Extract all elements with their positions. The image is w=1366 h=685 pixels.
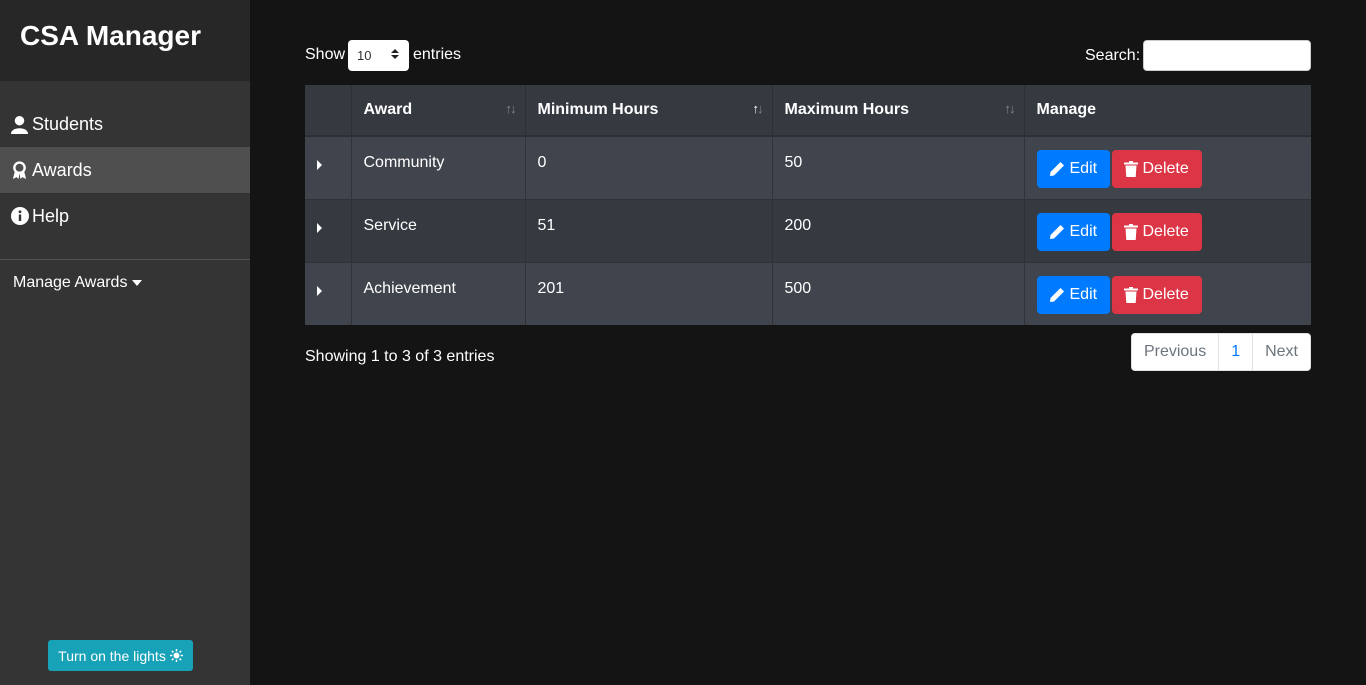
sidebar-item-label: Awards (32, 159, 92, 180)
awards-table: Award ↑↓ Minimum Hours ↑↓ Maximum Hours ↑↓ … (305, 85, 1311, 325)
previous-page-button[interactable]: Previous (1132, 334, 1220, 370)
trash-icon (1123, 161, 1138, 177)
sidebar: CSA Manager Students Awards Help Manage … (0, 0, 250, 685)
select-arrows-icon (391, 49, 399, 59)
table-controls: Show 10 entries Search: (305, 40, 1311, 71)
next-page-button[interactable]: Next (1253, 334, 1310, 370)
min-hours-cell: 0 (525, 136, 773, 199)
table-row: Community 0 50 Edit Delete (305, 136, 1311, 199)
sidebar-item-help[interactable]: Help (0, 193, 250, 239)
header-minimum-hours[interactable]: Minimum Hours ↑↓ (525, 85, 773, 137)
table-header-row: Award ↑↓ Minimum Hours ↑↓ Maximum Hours ↑↓ … (305, 85, 1311, 137)
page-length-select[interactable]: 10 (348, 40, 409, 71)
sidebar-item-students[interactable]: Students (0, 101, 250, 147)
delete-button[interactable]: Delete (1111, 275, 1202, 314)
caret-right-icon (317, 285, 322, 296)
pencil-icon (1049, 224, 1064, 239)
max-hours-cell: 50 (772, 136, 1025, 199)
delete-button[interactable]: Delete (1111, 212, 1202, 251)
sidebar-item-label: Students (32, 113, 104, 134)
header-manage: Manage (1024, 85, 1311, 137)
header-maximum-hours[interactable]: Maximum Hours ↑↓ (772, 85, 1025, 137)
show-label: Show (305, 46, 346, 63)
min-hours-cell: 201 (525, 261, 773, 325)
caret-right-icon (317, 160, 322, 170)
expand-row-toggle[interactable] (305, 261, 352, 325)
search-label: Search: (1085, 47, 1141, 64)
caret-right-icon (317, 222, 322, 233)
manage-cell: Edit Delete (1024, 198, 1311, 262)
trash-icon (1123, 286, 1138, 303)
lights-button-label: Turn on the lights (58, 647, 166, 664)
sun-icon (169, 649, 183, 662)
sidebar-nav: Students Awards Help (0, 81, 250, 239)
sidebar-item-label: Help (32, 205, 70, 226)
table-row: Service 51 200 Edit Delete (305, 198, 1311, 262)
page-length-value: 10 (357, 48, 372, 63)
page-1-button[interactable]: 1 (1219, 334, 1254, 370)
manage-awards-dropdown[interactable]: Manage Awards (0, 260, 250, 292)
min-hours-cell: 51 (525, 198, 773, 262)
edit-button[interactable]: Edit (1036, 212, 1110, 251)
sidebar-item-awards[interactable]: Awards (0, 147, 250, 193)
edit-button[interactable]: Edit (1036, 275, 1110, 314)
pencil-icon (1049, 162, 1064, 176)
manage-cell: Edit Delete (1024, 136, 1311, 199)
turn-on-lights-button[interactable]: Turn on the lights (48, 640, 193, 671)
manage-cell: Edit Delete (1024, 261, 1311, 325)
table-info: Showing 1 to 3 of 3 entries (305, 348, 495, 365)
max-hours-cell: 200 (772, 198, 1025, 262)
sort-asc-icon: ↑↓ (752, 101, 764, 116)
award-name-cell: Achievement (351, 261, 526, 325)
sort-icon: ↑↓ (1004, 101, 1016, 116)
delete-button[interactable]: Delete (1111, 150, 1202, 188)
max-hours-cell: 500 (772, 261, 1025, 325)
table-row: Achievement 201 500 Edit Delete (305, 261, 1311, 325)
header-award[interactable]: Award ↑↓ (351, 85, 526, 137)
info-circle-icon (10, 207, 29, 226)
search-input[interactable] (1143, 40, 1311, 71)
pencil-icon (1049, 287, 1064, 302)
award-name-cell: Service (351, 198, 526, 262)
trash-icon (1123, 223, 1138, 240)
expand-row-toggle[interactable] (305, 198, 352, 262)
entries-label: entries (413, 46, 462, 63)
sort-icon: ↑↓ (505, 101, 517, 116)
pagination: Previous 1 Next (1130, 333, 1311, 371)
award-icon (10, 160, 29, 180)
expand-row-toggle[interactable] (305, 136, 352, 199)
header-expand (305, 85, 352, 137)
manage-awards-label: Manage Awards (13, 274, 128, 291)
edit-button[interactable]: Edit (1036, 150, 1110, 188)
caret-down-icon (132, 280, 143, 286)
award-name-cell: Community (351, 136, 526, 199)
user-icon (10, 115, 29, 134)
app-title: CSA Manager (0, 0, 250, 81)
